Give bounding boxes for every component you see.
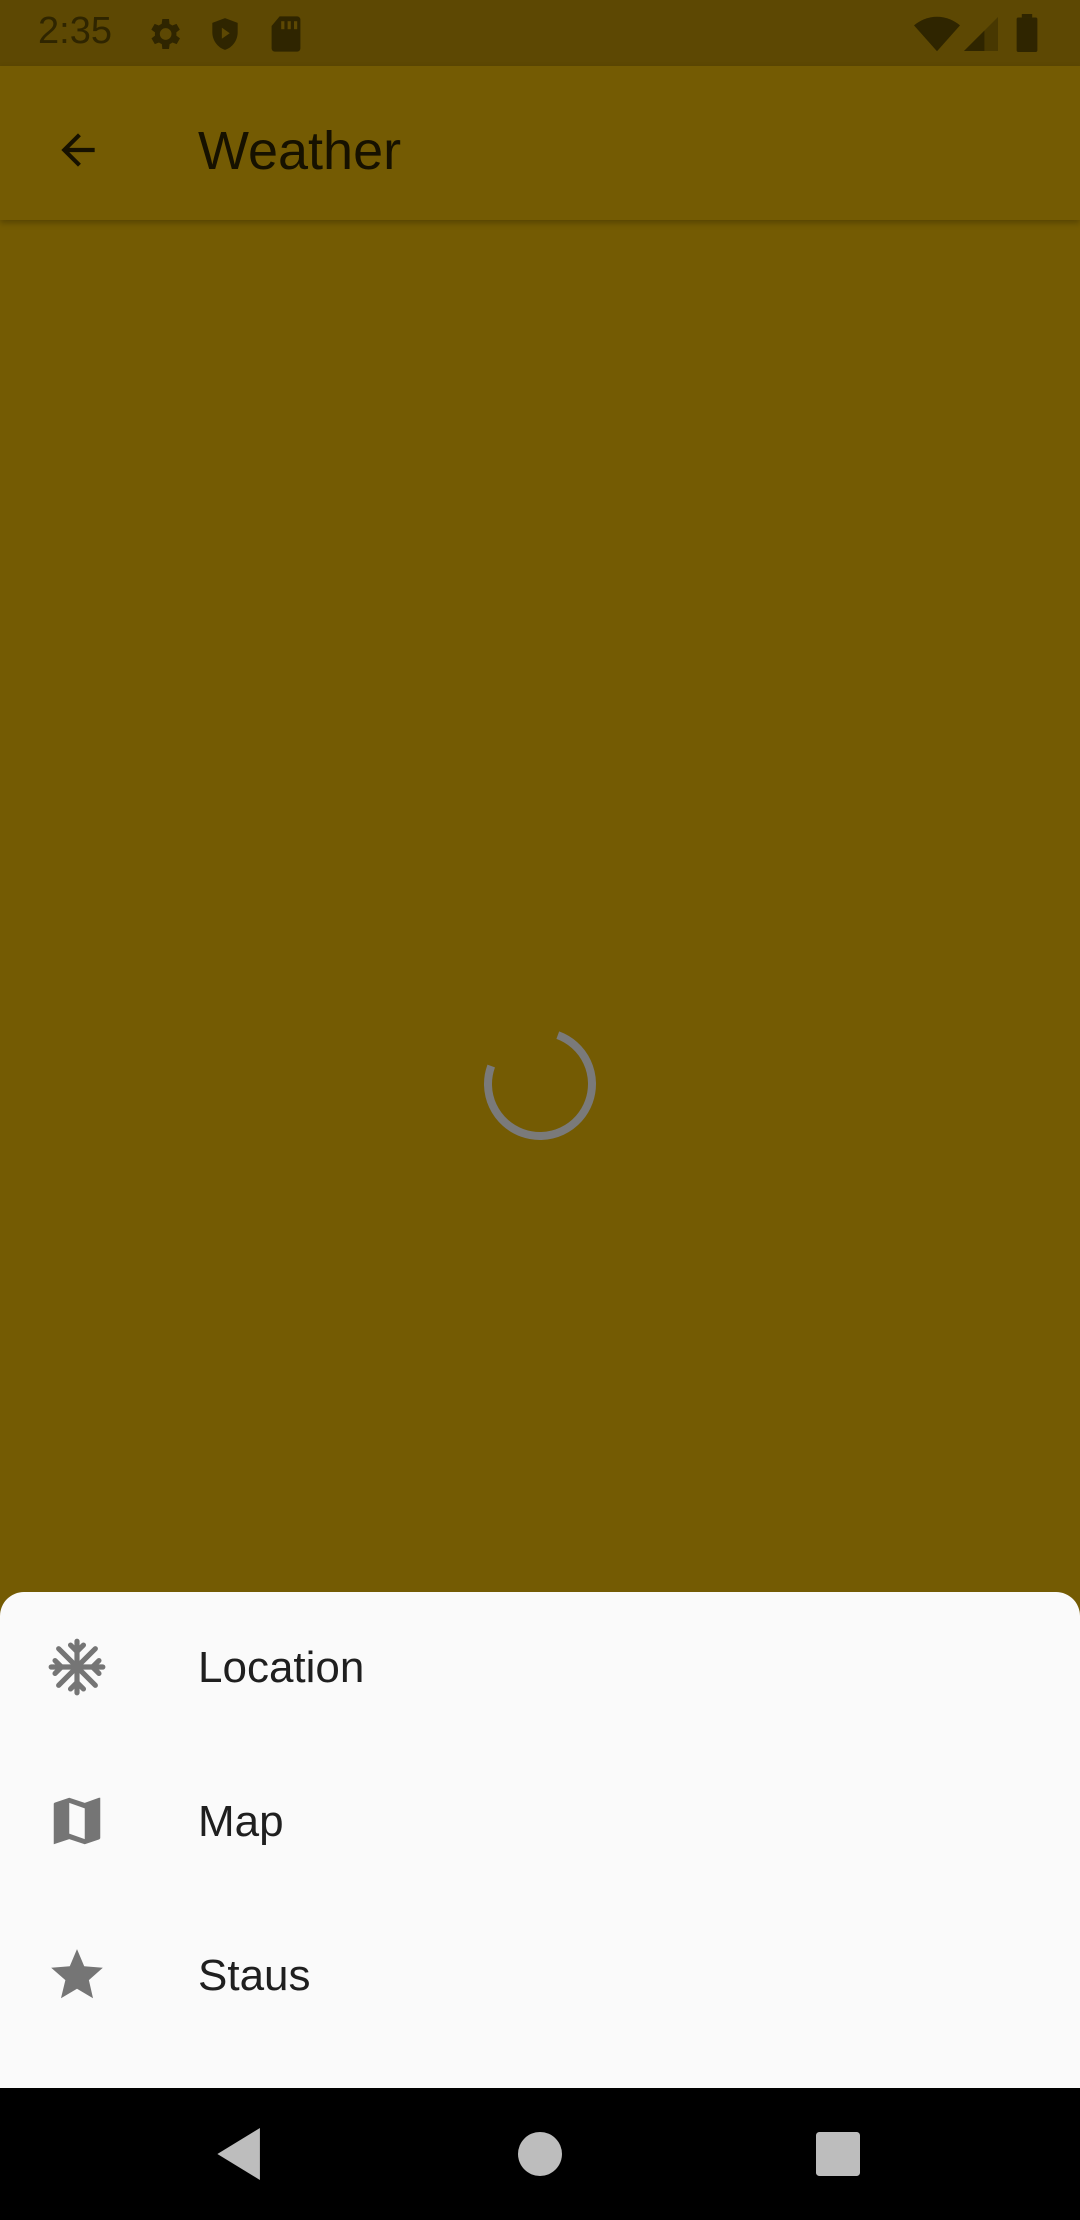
snowflake-icon: [46, 1636, 108, 1698]
arrow-back-icon: [53, 125, 103, 180]
progress-spinner: [480, 1024, 600, 1149]
back-triangle-icon[interactable]: [216, 2128, 266, 2185]
sheet-item-status[interactable]: Staus: [0, 1900, 1080, 2050]
battery-icon: [1016, 14, 1038, 57]
shield-play-icon: [206, 14, 244, 59]
app-bar: Weather: [0, 66, 1080, 220]
sheet-item-label: Map: [198, 1797, 284, 1846]
signal-icon: [964, 16, 998, 57]
bottom-sheet: Location Map Staus: [0, 1592, 1080, 2088]
page-title: Weather: [198, 121, 402, 181]
back-button[interactable]: [36, 110, 120, 194]
star-icon: [46, 1944, 108, 2006]
status-bar: 2:35: [0, 0, 1080, 66]
sheet-item-label: Staus: [198, 1951, 311, 2000]
sd-card-icon: [270, 14, 302, 59]
status-time: 2:35: [38, 10, 112, 52]
sheet-item-location[interactable]: Location: [0, 1592, 1080, 1742]
recents-square-icon[interactable]: [816, 2132, 860, 2181]
system-nav-bar: [0, 2088, 1080, 2220]
wifi-icon: [914, 16, 960, 57]
sheet-item-label: Location: [198, 1643, 365, 1692]
home-circle-icon[interactable]: [518, 2132, 562, 2181]
sheet-item-map[interactable]: Map: [0, 1746, 1080, 1896]
main-content: [0, 220, 1080, 1592]
map-icon: [46, 1790, 108, 1852]
gear-icon: [144, 14, 184, 59]
